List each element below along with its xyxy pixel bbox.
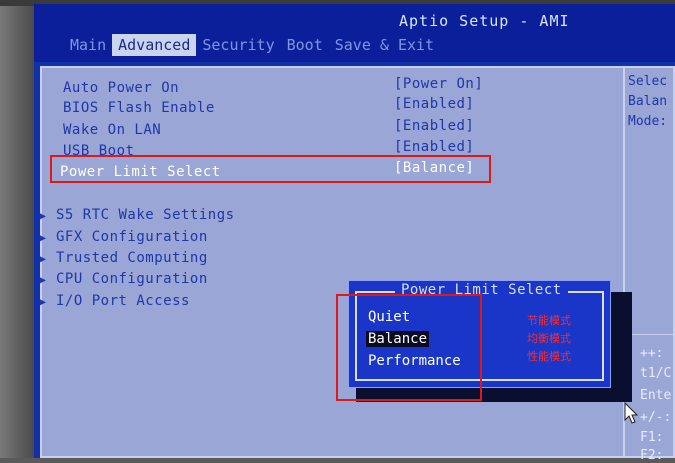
tab-save-exit[interactable]: Save & Exit (329, 34, 440, 56)
tab-security[interactable]: Security (196, 34, 280, 56)
setting-value-wake-on-lan[interactable]: [Enabled] (394, 118, 474, 134)
setting-label-wake-on-lan[interactable]: Wake On LAN (63, 122, 161, 138)
tab-boot[interactable]: Boot (281, 34, 329, 56)
setting-value-bios-flash-enable[interactable]: [Enabled] (394, 96, 474, 112)
submenu-gfx-configuration[interactable]: ▶ GFX Configuration (40, 229, 208, 245)
key-hint: +/-: (640, 410, 672, 425)
submenu-label: I/O Port Access (56, 293, 190, 309)
setting-value-usb-boot[interactable]: [Enabled] (394, 139, 474, 155)
submenu-arrow-icon: ▶ (40, 233, 47, 244)
submenu-label: CPU Configuration (56, 271, 208, 287)
setting-label-auto-power-on[interactable]: Auto Power On (63, 80, 179, 96)
tab-main[interactable]: Main (64, 34, 112, 56)
submenu-arrow-icon: ▶ (40, 275, 47, 286)
annotation-performance: 性能模式 (527, 350, 571, 363)
help-text-line: Mode: (628, 114, 668, 129)
annotation-quiet: 节能模式 (527, 314, 571, 327)
menu-tabs: Main Advanced Security Boot Save & Exit (64, 34, 440, 56)
key-hint: ++: (640, 346, 664, 361)
help-text-line: Balan (628, 94, 668, 109)
app-title: Aptio Setup - AMI (399, 12, 570, 30)
key-hint: Ente (640, 388, 672, 403)
submenu-io-port-access[interactable]: ▶ I/O Port Access (40, 293, 190, 309)
annotation-balance: 均衡模式 (527, 332, 571, 345)
key-hint: F2: (640, 448, 664, 463)
title-bar: Aptio Setup - AMI Main Advanced Security… (34, 4, 675, 62)
submenu-arrow-icon: ▶ (40, 211, 47, 222)
submenu-arrow-icon: ▶ (40, 254, 47, 265)
highlight-popup-options (336, 294, 482, 401)
submenu-s5-rtc-wake-settings[interactable]: ▶ S5 RTC Wake Settings (40, 207, 235, 223)
setting-value-auto-power-on[interactable]: [Power On] (394, 76, 483, 92)
submenu-arrow-icon: ▶ (40, 297, 47, 308)
tab-advanced[interactable]: Advanced (112, 34, 197, 56)
help-text-line: Selec (628, 74, 668, 89)
key-hint: F1: (640, 430, 664, 445)
key-hint: t1/C (640, 366, 672, 381)
photo-bezel-left (0, 0, 34, 458)
submenu-label: S5 RTC Wake Settings (56, 207, 235, 223)
highlight-power-limit-row (50, 155, 491, 183)
submenu-label: GFX Configuration (56, 229, 208, 245)
setting-label-bios-flash-enable[interactable]: BIOS Flash Enable (63, 100, 215, 116)
mouse-pointer-icon (624, 402, 639, 424)
submenu-cpu-configuration[interactable]: ▶ CPU Configuration (40, 271, 208, 287)
help-divider (632, 334, 675, 335)
submenu-trusted-computing[interactable]: ▶ Trusted Computing (40, 250, 208, 266)
submenu-label: Trusted Computing (56, 250, 208, 266)
